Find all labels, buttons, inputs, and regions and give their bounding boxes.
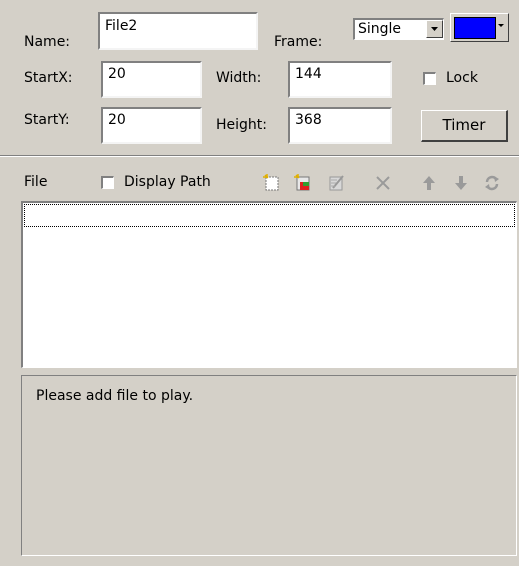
divider — [0, 155, 519, 157]
name-label: Name: — [24, 34, 71, 50]
starty-label: StartY: — [24, 112, 70, 128]
frame-label: Frame: — [274, 34, 323, 50]
chevron-down-icon[interactable] — [426, 20, 443, 38]
edit-icon[interactable] — [327, 173, 347, 193]
frame-select-value: Single — [358, 21, 402, 37]
delete-icon[interactable] — [373, 173, 393, 193]
frame-select[interactable]: Single — [353, 18, 444, 40]
display-path-checkbox[interactable] — [101, 176, 114, 189]
refresh-icon[interactable] — [482, 173, 502, 193]
starty-input[interactable]: 20 — [101, 107, 202, 144]
add-file-icon[interactable] — [293, 173, 313, 193]
message-text: Please add file to play. — [36, 388, 194, 404]
startx-label: StartX: — [24, 70, 73, 86]
move-up-icon[interactable] — [419, 173, 439, 193]
startx-input[interactable]: 20 — [101, 61, 202, 98]
list-item-focus[interactable] — [24, 204, 515, 227]
color-dropdown-icon — [498, 24, 504, 27]
message-panel: Please add file to play. — [21, 375, 517, 556]
timer-button[interactable]: Timer — [421, 110, 508, 142]
lock-checkbox[interactable] — [423, 72, 436, 85]
file-list[interactable] — [21, 201, 517, 368]
height-label: Height: — [216, 117, 267, 133]
name-input[interactable]: File2 — [98, 12, 258, 50]
width-input[interactable]: 144 — [288, 61, 392, 98]
move-down-icon[interactable] — [451, 173, 471, 193]
color-swatch — [454, 17, 496, 39]
lock-label: Lock — [446, 70, 478, 86]
new-file-icon[interactable] — [262, 173, 282, 193]
file-label: File — [24, 174, 48, 190]
height-input[interactable]: 368 — [288, 107, 392, 144]
display-path-label: Display Path — [124, 174, 211, 190]
color-picker[interactable] — [450, 13, 509, 42]
width-label: Width: — [216, 70, 262, 86]
